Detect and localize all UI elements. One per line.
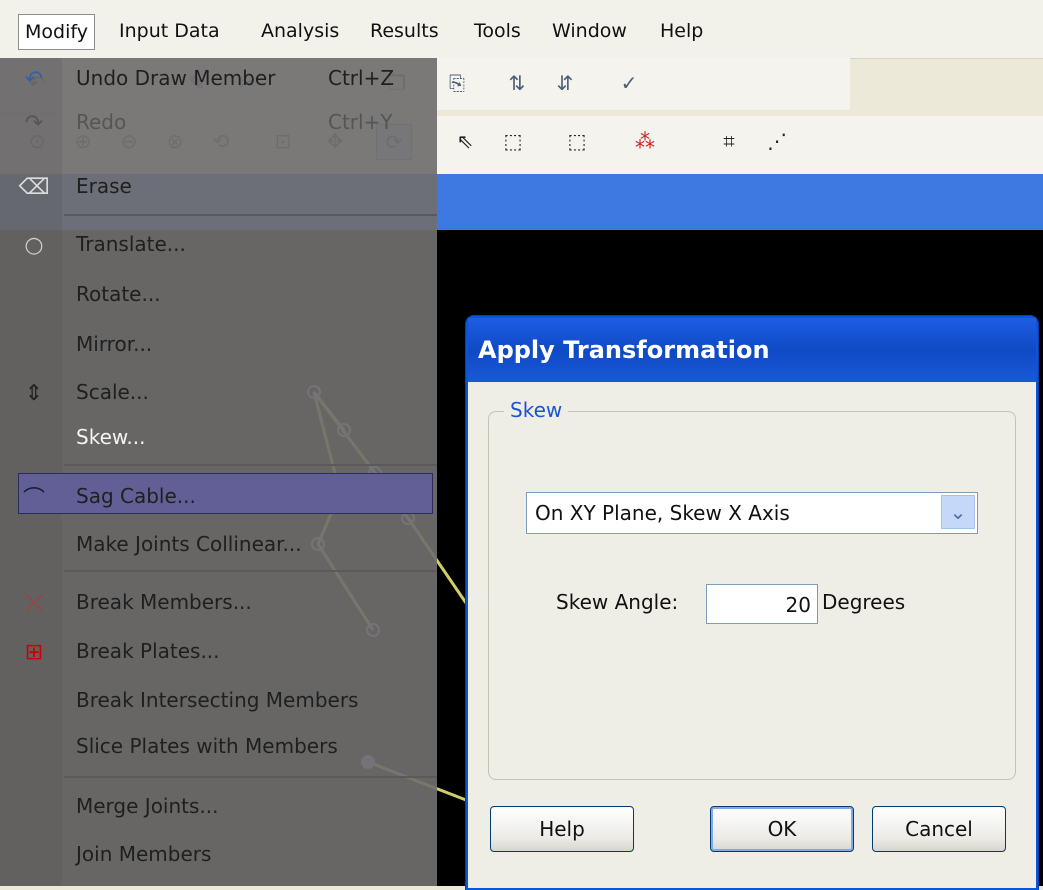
menu-item-merge-joints[interactable]: Merge Joints... [0,786,437,830]
menu-item-shortcut: Ctrl+Y [328,110,393,134]
menu-item-scale[interactable]: ⇕ Scale... [0,372,437,416]
menu-item-sag-cable[interactable]: ⌒ Sag Cable... [0,476,437,520]
menu-item-break-intersecting-members[interactable]: Break Intersecting Members [0,680,437,724]
menu-item-undo[interactable]: ↶ Undo Draw Member Ctrl+Z [0,58,437,102]
menu-item-label: Break Intersecting Members [76,688,359,712]
skew-group-label: Skew [504,398,569,422]
menu-item-label: Slice Plates with Members [76,734,338,758]
translate-icon: ○ [24,232,44,258]
menu-item-label: Rotate... [76,282,161,306]
menu-item-make-joints-collinear[interactable]: Make Joints Collinear... [0,524,437,568]
menu-item-break-members[interactable]: ⤫ Break Members... [0,582,437,626]
help-button[interactable]: Help [490,806,634,852]
undo-icon: ↶ [24,66,44,92]
skew-angle-input[interactable]: 20 [706,584,818,624]
menu-item-label: Undo Draw Member [76,66,276,90]
menu-item-rotate[interactable]: Rotate... [0,274,437,318]
menu-item-label: Break Plates... [76,639,220,663]
menu-item-label: Translate... [76,232,186,256]
menu-item-mirror[interactable]: Mirror... [0,324,437,368]
break-plates-icon: ⊞ [24,639,44,665]
menu-item-label: Redo [76,110,127,134]
skew-angle-label: Skew Angle: [556,590,679,614]
menu-item-label: Skew... [76,425,146,449]
menu-item-label: Scale... [76,380,149,404]
menu-item-label: Join Members [76,842,212,866]
chevron-down-icon[interactable]: ⌄ [941,495,975,529]
menu-item-translate[interactable]: ○ Translate... [0,224,437,268]
menu-separator [64,570,437,572]
menu-item-join-members[interactable]: Join Members [0,834,437,878]
eraser-icon: ⌫ [18,174,50,200]
menu-separator [64,464,437,466]
menu-separator [64,214,437,216]
menu-item-label: Merge Joints... [76,794,219,818]
redo-icon: ↷ [24,110,44,136]
dialog-title[interactable]: Apply Transformation [468,318,1036,382]
menu-item-label: Erase [76,174,132,198]
menu-item-label: Mirror... [76,332,153,356]
menu-separator [64,776,437,778]
plane-axis-select[interactable]: On XY Plane, Skew X Axis ⌄ [526,492,978,534]
menu-item-erase[interactable]: ⌫ Erase [0,166,437,210]
menu-item-break-plates[interactable]: ⊞ Break Plates... [0,631,437,675]
menu-item-shortcut: Ctrl+Z [328,66,395,90]
cable-icon: ⌒ [22,487,45,512]
menu-item-label: Make Joints Collinear... [76,532,302,556]
menu-item-label: Sag Cable... [76,484,196,508]
plane-axis-select-value: On XY Plane, Skew X Axis [535,501,790,525]
scale-icon: ⇕ [24,380,44,406]
skew-angle-value: 20 [785,593,811,617]
menu-item-label: Break Members... [76,590,252,614]
break-members-icon: ⤫ [25,590,43,616]
modify-menu-dropdown: ↶ Undo Draw Member Ctrl+Z ↷ Redo Ctrl+Y … [0,58,437,886]
menu-item-slice-plates[interactable]: Slice Plates with Members [0,726,437,770]
degrees-label: Degrees [822,590,906,614]
apply-transformation-dialog: Apply Transformation Skew On XY Plane, S… [466,316,1038,890]
menu-item-skew[interactable]: Skew... [0,417,437,461]
menu-item-redo[interactable]: ↷ Redo Ctrl+Y [0,102,437,146]
cancel-button[interactable]: Cancel [872,806,1006,852]
ok-button[interactable]: OK [710,806,854,852]
